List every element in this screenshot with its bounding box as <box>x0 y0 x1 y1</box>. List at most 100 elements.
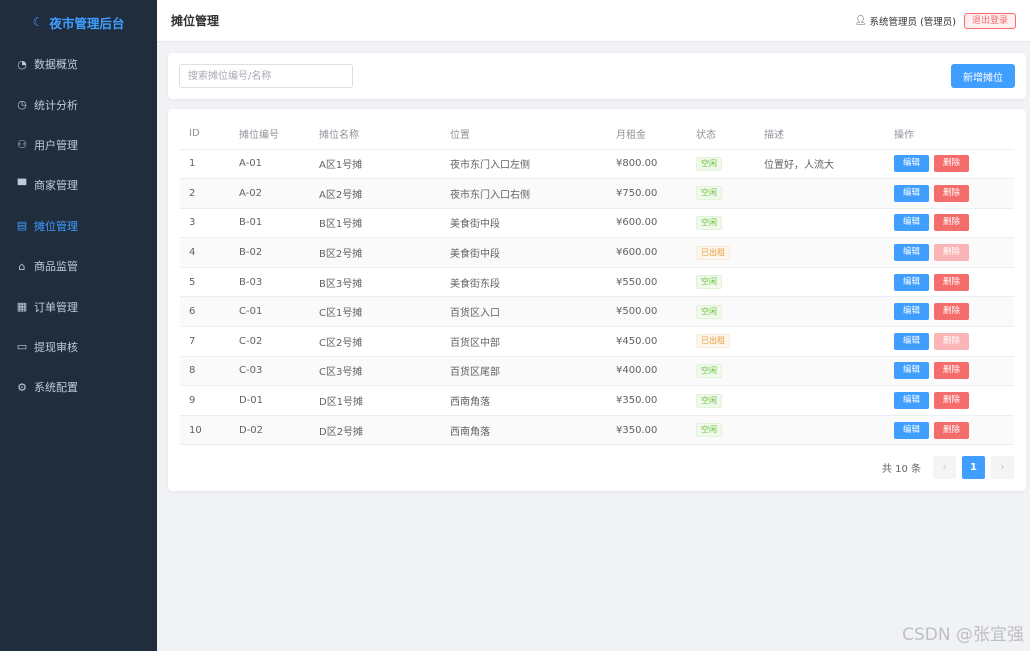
table-row: 4 B-02 B区2号摊 美食街中段 ¥600.00 已出租 编辑 删除 <box>180 237 1014 268</box>
cell-actions: 编辑 删除 <box>885 178 1014 209</box>
cell-name: C区3号摊 <box>310 356 441 387</box>
cell-actions: 编辑 删除 <box>885 208 1014 239</box>
edit-button[interactable]: 编辑 <box>894 273 929 291</box>
menu-icon: ◷ <box>17 98 27 112</box>
delete-button[interactable]: 删除 <box>934 155 969 173</box>
delete-button[interactable]: 删除 <box>934 421 969 439</box>
cell-rent: ¥800.00 <box>607 149 687 180</box>
delete-button[interactable]: 删除 <box>934 392 969 410</box>
cell-desc <box>755 237 885 268</box>
cell-location: 百货区中部 <box>441 326 607 357</box>
table-row: 2 A-02 A区2号摊 夜市东门入口右侧 ¥750.00 空闲 编辑 删除 <box>180 178 1014 209</box>
cell-code: D-01 <box>230 385 310 416</box>
sidebar-item-label: 订单管理 <box>34 300 78 314</box>
brand: ☾ 夜市管理后台 <box>0 0 157 44</box>
column-header: 位置 <box>441 119 607 150</box>
edit-button[interactable]: 编辑 <box>894 362 929 380</box>
table-row: 9 D-01 D区1号摊 西南角落 ¥350.00 空闲 编辑 删除 <box>180 385 1014 416</box>
cell-desc <box>755 385 885 416</box>
user-icon: 👤︎ <box>854 15 867 26</box>
cell-location: 西南角落 <box>441 385 607 416</box>
delete-button: 删除 <box>934 244 969 262</box>
cell-id: 10 <box>180 415 230 446</box>
user-name: 系统管理员 (管理员) <box>869 16 956 28</box>
sidebar-item[interactable]: ⚇ 用户管理 <box>0 125 157 165</box>
edit-button[interactable]: 编辑 <box>894 214 929 232</box>
delete-button[interactable]: 删除 <box>934 214 969 232</box>
sidebar-item[interactable]: ▤ 摊位管理 <box>0 206 157 246</box>
sidebar-item[interactable]: ⚙ 系统配置 <box>0 367 157 407</box>
cell-status: 空闲 <box>687 267 755 298</box>
cell-actions: 编辑 删除 <box>885 296 1014 328</box>
delete-button[interactable]: 删除 <box>934 273 969 291</box>
cell-status: 空闲 <box>687 178 755 209</box>
cell-name: B区1号摊 <box>310 208 441 239</box>
delete-button[interactable]: 删除 <box>934 303 969 321</box>
table-row: 6 C-01 C区1号摊 百货区入口 ¥500.00 空闲 编辑 删除 <box>180 296 1014 328</box>
delete-button[interactable]: 删除 <box>934 362 969 380</box>
menu-icon: ⌂ <box>18 259 26 273</box>
edit-button[interactable]: 编辑 <box>894 184 929 202</box>
cell-id: 7 <box>180 326 230 357</box>
cell-name: D区1号摊 <box>310 385 441 416</box>
menu-icon: ▤ <box>16 219 28 233</box>
cell-rent: ¥350.00 <box>607 385 687 416</box>
status-badge: 空闲 <box>696 186 722 201</box>
page-number[interactable]: 1 <box>962 456 985 479</box>
next-page-button[interactable]: › <box>991 456 1014 479</box>
cell-rent: ¥550.00 <box>607 267 687 298</box>
status-badge: 空闲 <box>696 363 722 378</box>
sidebar-item-label: 统计分析 <box>34 98 78 112</box>
stall-table: ID 摊位编号 摊位名称 位置 月租金 状态 描述 操作 1 A-01 A区1号摊 夜市东门入口左侧… <box>180 119 1014 446</box>
edit-button[interactable]: 编辑 <box>894 332 929 350</box>
cell-id: 1 <box>180 149 230 180</box>
delete-button: 删除 <box>934 332 969 350</box>
cell-rent: ¥350.00 <box>607 415 687 446</box>
cell-location: 美食街中段 <box>441 208 607 239</box>
prev-page-button[interactable]: ‹ <box>933 456 956 479</box>
cell-desc <box>755 415 885 446</box>
status-badge: 空闲 <box>696 423 722 438</box>
cell-status: 空闲 <box>687 415 755 446</box>
cell-desc <box>755 178 885 209</box>
sidebar-item-label: 用户管理 <box>34 138 78 152</box>
sidebar-item[interactable]: ⌂ 商品监管 <box>0 246 157 286</box>
status-badge: 空闲 <box>696 275 722 290</box>
sidebar-item[interactable]: ◔ 数据概览 <box>0 44 157 84</box>
watermark: CSDN @张宜强 <box>902 625 1024 645</box>
edit-button[interactable]: 编辑 <box>894 303 929 321</box>
cell-desc <box>755 267 885 298</box>
sidebar-item-label: 商品监管 <box>34 260 78 274</box>
status-badge: 已出租 <box>696 334 730 349</box>
cell-status: 空闲 <box>687 296 755 328</box>
cell-desc <box>755 356 885 387</box>
edit-button[interactable]: 编辑 <box>894 244 929 262</box>
search-input[interactable] <box>179 64 353 88</box>
cell-rent: ¥450.00 <box>607 326 687 357</box>
sidebar-item[interactable]: ◷ 统计分析 <box>0 84 157 124</box>
edit-button[interactable]: 编辑 <box>894 392 929 410</box>
column-header: 操作 <box>885 119 1014 150</box>
logout-button[interactable]: 退出登录 <box>963 12 1016 29</box>
sidebar-menu: ◔ 数据概览 ◷ 统计分析 ⚇ 用户管理 ▀ 商家管理 ▤ 摊位管理 ⌂ 商品监管 ▦ 订单管理 ▭ 提现审核… <box>0 44 157 408</box>
delete-button[interactable]: 删除 <box>934 184 969 202</box>
column-header: 摊位名称 <box>310 119 441 150</box>
sidebar-item[interactable]: ▭ 提现审核 <box>0 327 157 367</box>
cell-rent: ¥600.00 <box>607 208 687 239</box>
add-stall-button[interactable]: 新增摊位 <box>951 64 1015 88</box>
edit-button[interactable]: 编辑 <box>894 155 929 173</box>
column-header: 月租金 <box>607 119 687 150</box>
status-badge: 空闲 <box>696 215 722 230</box>
table-row: 10 D-02 D区2号摊 西南角落 ¥350.00 空闲 编辑 删除 <box>180 415 1014 446</box>
sidebar-item[interactable]: ▦ 订单管理 <box>0 286 157 326</box>
cell-id: 3 <box>180 208 230 239</box>
cell-status: 空闲 <box>687 149 755 180</box>
sidebar-item[interactable]: ▀ 商家管理 <box>0 165 157 205</box>
menu-icon: ▀ <box>17 178 27 192</box>
brand-title: 夜市管理后台 <box>49 15 125 31</box>
cell-desc <box>755 208 885 239</box>
cell-code: C-03 <box>230 356 310 387</box>
cell-location: 夜市东门入口左侧 <box>441 149 607 180</box>
edit-button[interactable]: 编辑 <box>894 421 929 439</box>
menu-icon: ⚙ <box>17 380 27 394</box>
